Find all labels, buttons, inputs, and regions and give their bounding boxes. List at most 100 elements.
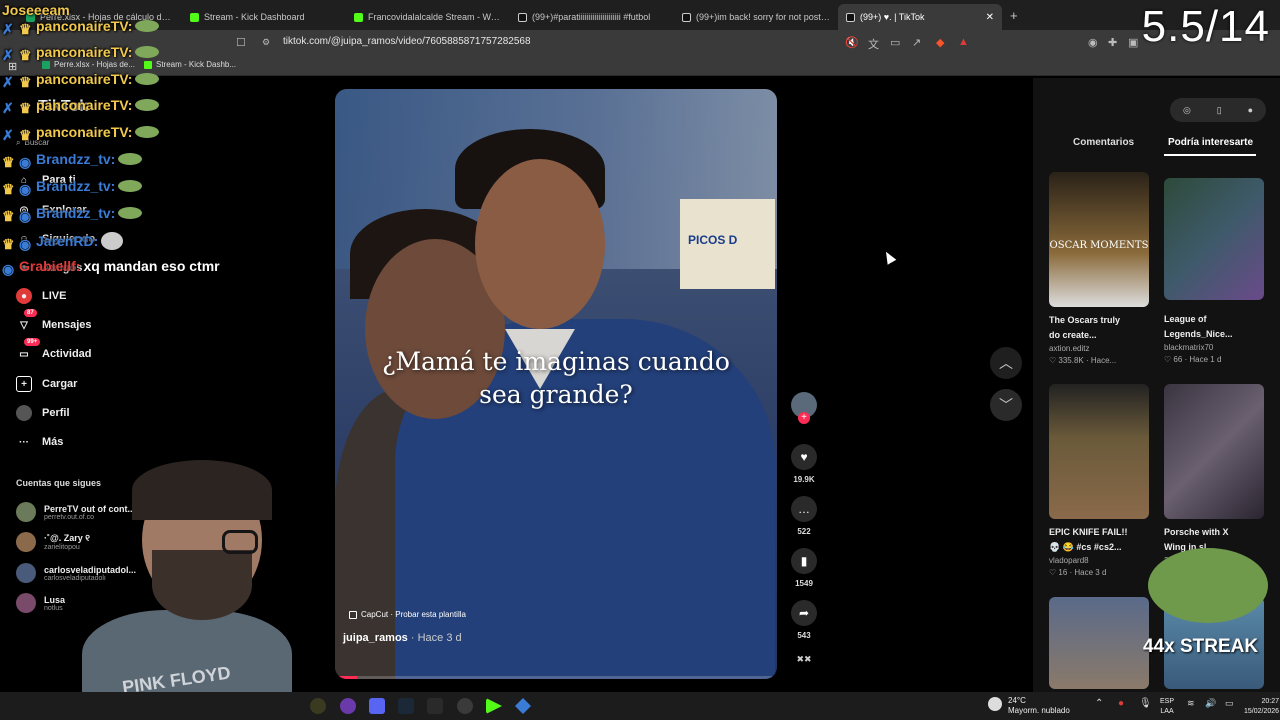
share-button[interactable]: ➦ 543	[789, 600, 819, 640]
browser-tab[interactable]: Stream - Kick Dashboard	[182, 4, 346, 30]
cast-icon[interactable]: ▭	[890, 36, 900, 49]
sheets-icon	[42, 60, 50, 69]
tiktok-icon	[846, 12, 855, 22]
tiktok-icon	[518, 12, 527, 22]
avatar	[16, 593, 36, 613]
chevron-down-icon: ﹀	[999, 397, 1013, 413]
sidebar-item-perfil[interactable]: Perfil	[16, 405, 70, 421]
comment-button[interactable]: … 522	[789, 496, 819, 536]
capcut-template-link[interactable]: CapCut · Probar esta plantilla	[349, 610, 466, 619]
compass-icon[interactable]: ◎	[1183, 105, 1191, 116]
recommended-video-card[interactable]: EPIC KNIFE FAIL!! 💀 😂 #cs #cs2... vladopa…	[1049, 384, 1149, 577]
more-icon: ···	[19, 436, 29, 448]
sword-badge-icon: ✗	[2, 20, 14, 37]
sidebar-item-actividad[interactable]: ▭ 99+ Actividad	[16, 338, 92, 362]
sword-badge-icon: ✗	[2, 99, 14, 116]
app-icon[interactable]	[340, 698, 356, 714]
chevron-up-icon: ︿	[999, 355, 1013, 371]
sidebar-item-cargar[interactable]: + Cargar	[16, 376, 77, 392]
site-info-icon[interactable]: ⚙	[262, 37, 270, 48]
video-caption: ¿Mamá te imaginas cuando sea grande?	[382, 347, 730, 409]
card-title: The Oscars truly do create...	[1049, 315, 1121, 340]
pepe-emote-icon	[118, 207, 143, 219]
pepe-emote-icon	[135, 126, 160, 138]
puzzle-icon[interactable]: ✚	[1108, 36, 1117, 49]
sidebar-item-mensajes[interactable]: ▽ 87 Mensajes	[16, 309, 92, 333]
browser-tab[interactable]: (99+)im back! sorry for not post 2 da	[674, 4, 838, 30]
browser-tab-active[interactable]: (99+) ♥. | TikTok ✕	[838, 4, 1002, 30]
chat-message: ♛ ◉ Brandzz_tv:	[2, 205, 143, 224]
tray-app-icon[interactable]: ●	[1118, 698, 1124, 709]
wifi-icon[interactable]: ≋	[1187, 698, 1195, 709]
like-button[interactable]: ♥ 19.9K	[789, 444, 819, 484]
url-field[interactable]: tiktok.com/@juipa_ramos/video/7605885871…	[283, 36, 531, 47]
tab-comentarios[interactable]: Comentarios	[1073, 137, 1134, 148]
bookmarks-bar: ⊞ Perre.xlsx - Hojas de... Stream - Kick…	[0, 54, 1280, 76]
follow-plus-icon[interactable]: +	[798, 412, 810, 424]
obs-icon[interactable]	[457, 698, 473, 714]
bookmark-item[interactable]: Perre.xlsx - Hojas de...	[42, 60, 135, 69]
activity-icon: ▭ 99+	[16, 338, 41, 362]
close-tab-icon[interactable]: ✕	[986, 12, 994, 23]
card-stats: ♡ 16 · Hace 3 d	[1049, 568, 1107, 577]
recommended-video-card[interactable]: Porsche with XWing in sl... 21m	[1164, 384, 1264, 568]
sidebar-item-mas[interactable]: ··· Más	[16, 434, 63, 450]
app-icon[interactable]	[427, 698, 443, 714]
next-video-button[interactable]: ﹀	[990, 389, 1022, 421]
volume-icon[interactable]: 🔊	[1205, 698, 1216, 709]
share-icon[interactable]: ↗	[912, 36, 921, 49]
user-avatar-icon[interactable]: ●	[1248, 105, 1253, 115]
microphone-icon[interactable]: 🎙	[1139, 698, 1152, 709]
webcam-figure	[152, 550, 252, 620]
previous-video-button[interactable]: ︿	[990, 347, 1022, 379]
video-author[interactable]: juipa_ramos · Hace 3 d	[343, 632, 462, 644]
recommended-video-card[interactable]: OSCAR MOMENTS The Oscars truly do create.…	[1049, 172, 1149, 365]
share-arrow-icon: ➦	[791, 600, 817, 626]
card-stats: ♡ 335.8K · Hace...	[1049, 356, 1117, 365]
pepe-emote-icon	[135, 20, 160, 32]
video-player[interactable]: PICOS D ¿Mamá te imaginas cuando sea gran…	[335, 89, 777, 679]
phone-icon[interactable]: ▯	[1217, 105, 1222, 116]
brave-shield-icon[interactable]: ◆	[936, 36, 944, 49]
weather-widget[interactable]: 24°C Mayorm. nublado	[1008, 696, 1070, 716]
chat-message: ✗ ♛ panconaireTV:	[2, 44, 160, 63]
translate-icon[interactable]: 文	[868, 36, 879, 52]
card-stats: ♡ 66 · Hace 1 d	[1164, 355, 1222, 364]
tab-podria-interesarte[interactable]: Podría interesarte	[1168, 137, 1253, 148]
new-tab-icon[interactable]: +	[1010, 8, 1018, 23]
discord-icon[interactable]	[369, 698, 385, 714]
bookmark-icon[interactable]: ☐	[236, 36, 246, 49]
card-author: vladopard8	[1049, 556, 1089, 565]
kick-icon	[354, 12, 363, 22]
system-clock[interactable]: 20:27 15/02/2026	[1244, 697, 1279, 717]
battery-icon[interactable]: ▭	[1225, 698, 1234, 709]
panel-toolbar: ◎ ▯ ●	[1170, 98, 1266, 122]
creator-avatar[interactable]: +	[789, 392, 819, 424]
mute-icon[interactable]: 🔇	[845, 36, 859, 49]
recommended-video-card[interactable]: League of Legends_Nice... blackmatrix70 ♡…	[1164, 178, 1264, 364]
video-progress-bar[interactable]	[335, 676, 777, 679]
save-button[interactable]: ▮ 1549	[789, 548, 819, 588]
chevron-up-icon[interactable]: ⌃	[1095, 698, 1103, 709]
extension-icon[interactable]: ◉	[1088, 36, 1098, 49]
sidebar-toggle-icon[interactable]: ▣	[1128, 36, 1138, 49]
video-thumbnail	[1049, 384, 1149, 519]
crown-badge-icon: ♛	[19, 20, 32, 37]
browser-tab[interactable]: Francovidalalcalde Stream - Watch L	[346, 4, 510, 30]
chat-message: ✗ ♛ panconaireTV:	[2, 124, 160, 143]
bookmark-item[interactable]: Stream - Kick Dashb...	[144, 60, 236, 69]
app-icon[interactable]	[310, 698, 326, 714]
language-indicator[interactable]: ESP LAA	[1160, 697, 1174, 717]
sidebar-item-live[interactable]: ● LIVE	[16, 288, 66, 304]
chat-message: ♛ ◉ JarenRD:	[2, 232, 124, 252]
crown-badge-icon: ♛	[2, 153, 15, 170]
steam-icon[interactable]	[398, 698, 414, 714]
recommended-video-card[interactable]	[1049, 597, 1149, 689]
brave-rewards-icon[interactable]: ▲	[958, 36, 969, 48]
crown-badge-icon: ♛	[2, 235, 15, 252]
progress-fill	[335, 676, 358, 679]
sound-disc-icon[interactable]: ✖✖	[789, 654, 819, 665]
taskbar	[0, 692, 1280, 720]
pepe-emote-icon	[118, 153, 143, 165]
browser-tab[interactable]: (99+)#paratiiiiiiiiiiiiiiiiiiiii #futbol	[510, 4, 674, 30]
